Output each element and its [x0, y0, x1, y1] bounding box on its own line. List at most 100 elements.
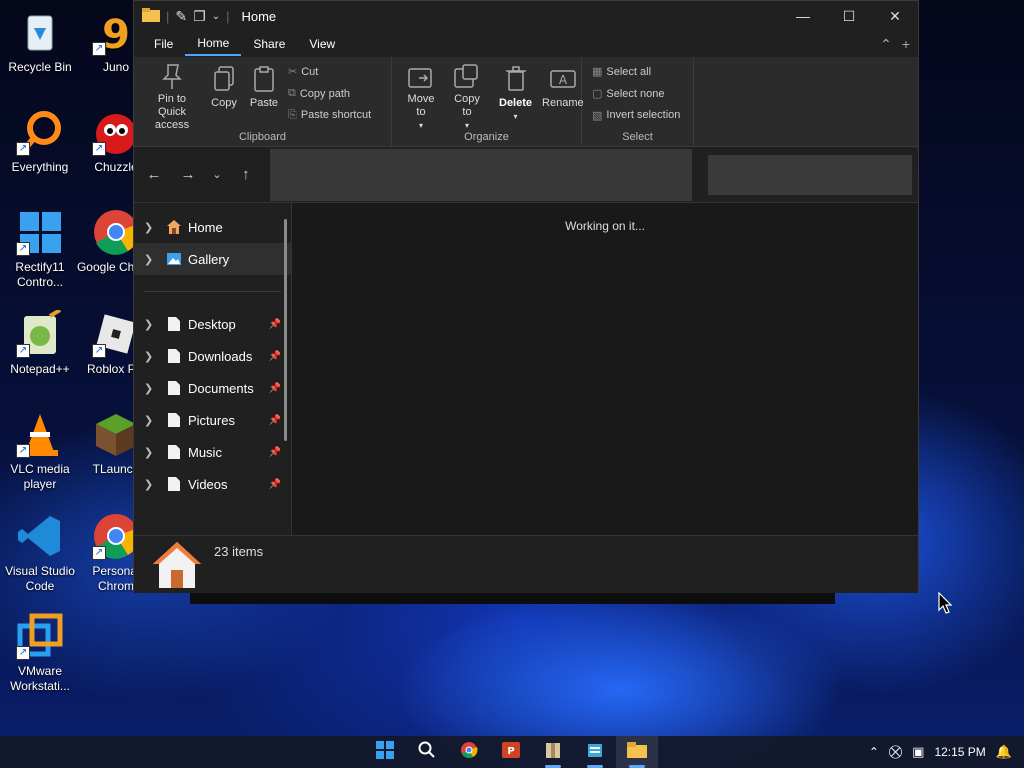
- svg-text:P: P: [507, 746, 514, 757]
- back-button[interactable]: ←: [140, 161, 168, 189]
- select-all-button[interactable]: ▦ Select all: [592, 63, 680, 81]
- sidebar-item-pictures[interactable]: ❯ Pictures 📌: [134, 404, 291, 436]
- close-icon: ✕: [889, 7, 901, 24]
- sidebar-item-documents[interactable]: ❯ Documents 📌: [134, 372, 291, 404]
- desktop-icon-vscode[interactable]: Visual Studio Code: [0, 512, 80, 594]
- document-icon: [166, 380, 182, 396]
- document-icon: [166, 412, 182, 428]
- chevron-down-icon[interactable]: ⌄: [212, 11, 220, 22]
- navigation-row: ← → ⌄ ↑: [134, 147, 918, 203]
- pin-icon[interactable]: 📌: [269, 447, 281, 458]
- taskbar-powerpoint[interactable]: P: [490, 736, 532, 768]
- svg-text:9: 9: [102, 12, 130, 56]
- network-icon[interactable]: ⛒: [889, 744, 902, 760]
- tab-view[interactable]: View: [297, 33, 347, 55]
- sidebar-item-home[interactable]: ❯ Home: [134, 211, 291, 243]
- up-button[interactable]: ↑: [232, 161, 260, 189]
- svg-text:A: A: [559, 73, 568, 87]
- sidebar-divider: [144, 291, 281, 292]
- paste-icon: [249, 63, 279, 95]
- document-icon: [166, 348, 182, 364]
- invert-selection-button[interactable]: ▧ Invert selection: [592, 106, 680, 124]
- shortcut-arrow-icon: ↗: [92, 344, 106, 358]
- sidebar-item-desktop[interactable]: ❯ Desktop 📌: [134, 308, 291, 340]
- sidebar-item-videos[interactable]: ❯ Videos 📌: [134, 468, 291, 500]
- delete-button[interactable]: Delete ▾: [494, 61, 537, 126]
- vscode-icon: [16, 512, 64, 560]
- collapse-ribbon-icon[interactable]: ⌃: [880, 36, 892, 53]
- chevron-right-icon: ❯: [144, 253, 154, 266]
- taskbar-chrome[interactable]: [448, 736, 490, 768]
- address-bar[interactable]: [269, 148, 693, 201]
- forward-button[interactable]: →: [174, 161, 202, 189]
- pin-icon[interactable]: 📌: [269, 351, 281, 362]
- taskbar-file-app[interactable]: [532, 736, 574, 768]
- title-bar[interactable]: | ✎ ❐ ⌄ | Home — ☐ ✕: [134, 1, 918, 31]
- pin-to-quick-access-button[interactable]: Pin to Quick access: [140, 61, 204, 131]
- taskbar-search-button[interactable]: [406, 736, 448, 768]
- select-all-label: Select all: [606, 65, 652, 78]
- cut-label: Cut: [301, 65, 319, 78]
- move-to-label: Move to: [407, 93, 435, 118]
- maximize-button[interactable]: ☐: [826, 1, 872, 31]
- shortcut-arrow-icon: ↗: [92, 42, 106, 56]
- copy-label: Copy: [211, 97, 237, 109]
- scissors-icon: ✂: [288, 66, 298, 79]
- tab-share[interactable]: Share: [241, 33, 297, 55]
- sidebar-item-label: Music: [188, 444, 222, 460]
- desktop-icon-everything[interactable]: ↗ Everything: [0, 108, 80, 175]
- clipboard-small-buttons: ✂ Cut ⧉ Copy path ⎘ Paste shortcut: [284, 61, 375, 126]
- desktop-icon-vlc[interactable]: ↗ VLC media player: [0, 410, 80, 492]
- paste-button[interactable]: Paste: [244, 61, 284, 126]
- sidebar-item-downloads[interactable]: ❯ Downloads 📌: [134, 340, 291, 372]
- sidebar-item-label: Gallery: [188, 251, 230, 267]
- paste-shortcut-button[interactable]: ⎘ Paste shortcut: [288, 106, 371, 124]
- notification-bell-icon[interactable]: 🔔: [996, 744, 1012, 760]
- sidebar-item-music[interactable]: ❯ Music 📌: [134, 436, 291, 468]
- clipboard-group: Pin to Quick access Copy Paste ✂ Cut ⧉ Cop…: [134, 57, 392, 146]
- document-icon: [166, 316, 182, 332]
- desktop-icon-vmware[interactable]: ↗ VMware Workstati...: [0, 612, 80, 694]
- chevron-up-icon[interactable]: ⌃: [869, 745, 879, 759]
- pin-icon[interactable]: 📌: [269, 319, 281, 330]
- pin-icon[interactable]: 📌: [269, 479, 281, 490]
- chevron-right-icon: ❯: [144, 478, 154, 491]
- add-icon[interactable]: +: [902, 36, 910, 53]
- pin-icon[interactable]: 📌: [269, 415, 281, 426]
- tab-file[interactable]: File: [142, 33, 185, 55]
- copy-icon: [209, 63, 239, 95]
- copy-to-button[interactable]: Copy to ▾: [444, 61, 490, 130]
- separator: |: [226, 8, 230, 24]
- shortcut-arrow-icon: ↗: [16, 242, 30, 256]
- tab-home[interactable]: Home: [185, 32, 242, 56]
- move-to-button[interactable]: Move to ▾: [398, 61, 444, 130]
- copy-button[interactable]: Copy: [204, 61, 244, 126]
- taskbar-file-explorer[interactable]: [616, 736, 658, 768]
- recycle-bin-icon: [16, 8, 64, 56]
- sidebar-item-gallery[interactable]: ❯ Gallery: [134, 243, 291, 275]
- rename-button[interactable]: A Rename: [537, 61, 589, 126]
- desktop-icon-label: VMware Workstati...: [10, 664, 70, 693]
- recent-locations-button[interactable]: ⌄: [208, 161, 226, 189]
- close-button[interactable]: ✕: [872, 1, 918, 31]
- copy-path-button[interactable]: ⧉ Copy path: [288, 85, 371, 103]
- desktop-icon-rectify11[interactable]: ↗ Rectify11 Contro...: [0, 208, 80, 290]
- cut-button[interactable]: ✂ Cut: [288, 63, 371, 81]
- desktop-icon-notepadpp[interactable]: ↗ Notepad++: [0, 308, 80, 377]
- taskbar-notepad[interactable]: [574, 736, 616, 768]
- file-list-pane[interactable]: Working on it...: [292, 203, 918, 535]
- select-none-button[interactable]: ▢ Select none: [592, 85, 680, 103]
- archive-icon: [544, 741, 562, 764]
- new-folder-icon[interactable]: ❐: [193, 8, 206, 25]
- properties-icon[interactable]: ✎: [175, 8, 187, 25]
- pin-icon[interactable]: 📌: [269, 383, 281, 394]
- minimize-button[interactable]: —: [780, 1, 826, 31]
- sidebar-scrollbar[interactable]: [284, 219, 287, 441]
- clock[interactable]: 12:15 PM: [934, 745, 985, 759]
- start-button[interactable]: [364, 736, 406, 768]
- desktop-icon-recycle-bin[interactable]: Recycle Bin: [0, 8, 80, 75]
- powerpoint-icon: P: [502, 741, 520, 764]
- search-box[interactable]: [708, 154, 913, 195]
- display-icon[interactable]: ▣: [912, 744, 924, 760]
- invert-selection-label: Invert selection: [606, 109, 681, 122]
